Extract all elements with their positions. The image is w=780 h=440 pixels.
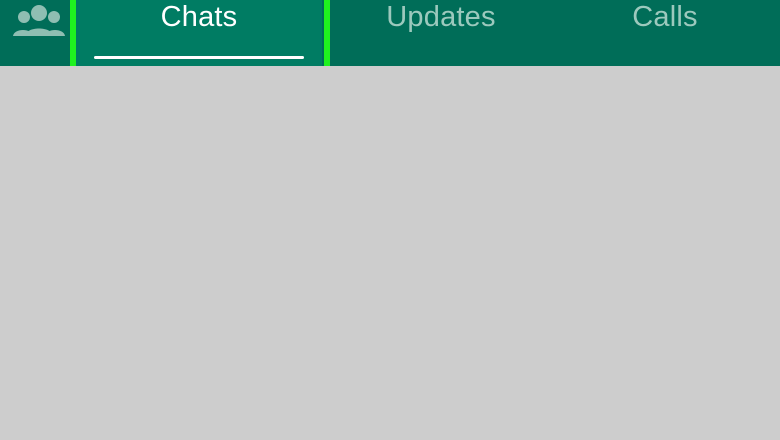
tab-updates[interactable]: Updates (322, 0, 560, 66)
chats-content-area (0, 66, 780, 440)
tab-chats[interactable]: Chats (76, 0, 322, 66)
top-tab-bar: Chats Updates Calls (0, 0, 780, 77)
whatsapp-screen: Chats Updates Calls (0, 0, 780, 440)
tab-calls[interactable]: Calls (560, 0, 770, 66)
active-tab-indicator (94, 56, 304, 59)
tab-calls-label: Calls (632, 1, 698, 33)
tab-updates-label: Updates (386, 1, 496, 33)
tab-chats-label: Chats (160, 1, 238, 33)
community-icon (10, 0, 68, 48)
communities-tab[interactable] (0, 0, 78, 66)
